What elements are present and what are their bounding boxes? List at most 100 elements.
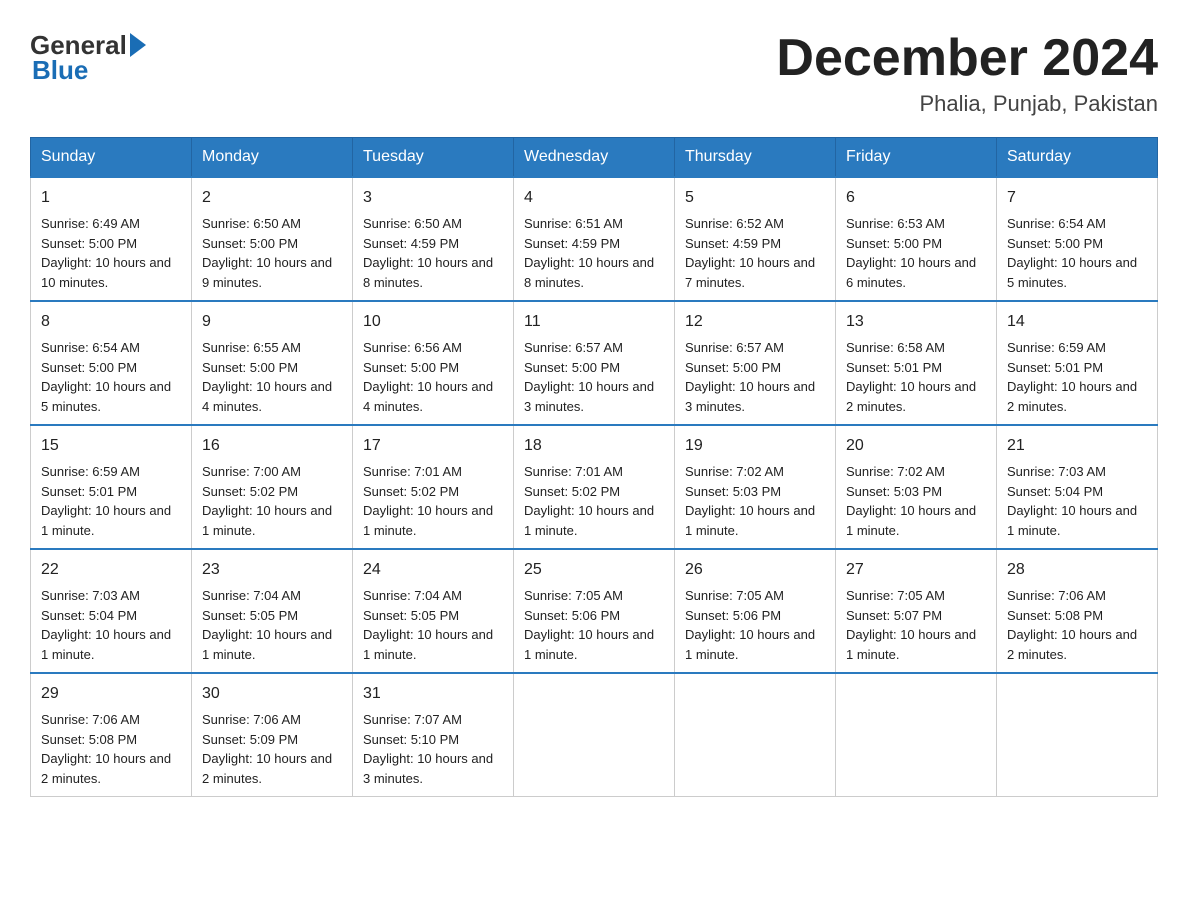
daylight-text: Daylight: 10 hours and 1 minute. bbox=[1007, 503, 1137, 538]
day-number: 13 bbox=[846, 310, 986, 334]
sunrise-text: Sunrise: 7:05 AM bbox=[524, 588, 623, 603]
day-number: 14 bbox=[1007, 310, 1147, 334]
daylight-text: Daylight: 10 hours and 7 minutes. bbox=[685, 255, 815, 290]
day-number: 11 bbox=[524, 310, 664, 334]
daylight-text: Daylight: 10 hours and 1 minute. bbox=[202, 503, 332, 538]
daylight-text: Daylight: 10 hours and 5 minutes. bbox=[1007, 255, 1137, 290]
sunrise-text: Sunrise: 6:59 AM bbox=[1007, 340, 1106, 355]
sunrise-text: Sunrise: 6:50 AM bbox=[202, 216, 301, 231]
sunset-text: Sunset: 5:05 PM bbox=[363, 608, 459, 623]
calendar-cell: 6 Sunrise: 6:53 AM Sunset: 5:00 PM Dayli… bbox=[836, 177, 997, 301]
day-number: 19 bbox=[685, 434, 825, 458]
sunrise-text: Sunrise: 7:02 AM bbox=[846, 464, 945, 479]
calendar-cell: 7 Sunrise: 6:54 AM Sunset: 5:00 PM Dayli… bbox=[997, 177, 1158, 301]
daylight-text: Daylight: 10 hours and 2 minutes. bbox=[1007, 379, 1137, 414]
calendar-week-row: 29 Sunrise: 7:06 AM Sunset: 5:08 PM Dayl… bbox=[31, 673, 1158, 797]
day-number: 24 bbox=[363, 558, 503, 582]
calendar-week-row: 22 Sunrise: 7:03 AM Sunset: 5:04 PM Dayl… bbox=[31, 549, 1158, 673]
daylight-text: Daylight: 10 hours and 4 minutes. bbox=[202, 379, 332, 414]
daylight-text: Daylight: 10 hours and 1 minute. bbox=[685, 503, 815, 538]
sunset-text: Sunset: 5:08 PM bbox=[1007, 608, 1103, 623]
sunset-text: Sunset: 5:06 PM bbox=[524, 608, 620, 623]
daylight-text: Daylight: 10 hours and 4 minutes. bbox=[363, 379, 493, 414]
sunrise-text: Sunrise: 6:59 AM bbox=[41, 464, 140, 479]
calendar-cell: 4 Sunrise: 6:51 AM Sunset: 4:59 PM Dayli… bbox=[514, 177, 675, 301]
sunrise-text: Sunrise: 7:05 AM bbox=[846, 588, 945, 603]
daylight-text: Daylight: 10 hours and 1 minute. bbox=[363, 627, 493, 662]
day-number: 26 bbox=[685, 558, 825, 582]
calendar-cell: 8 Sunrise: 6:54 AM Sunset: 5:00 PM Dayli… bbox=[31, 301, 192, 425]
page-header: General Blue December 2024 Phalia, Punja… bbox=[30, 30, 1158, 117]
daylight-text: Daylight: 10 hours and 3 minutes. bbox=[524, 379, 654, 414]
sunrise-text: Sunrise: 6:52 AM bbox=[685, 216, 784, 231]
sunset-text: Sunset: 5:08 PM bbox=[41, 732, 137, 747]
sunrise-text: Sunrise: 7:03 AM bbox=[41, 588, 140, 603]
calendar-cell: 16 Sunrise: 7:00 AM Sunset: 5:02 PM Dayl… bbox=[192, 425, 353, 549]
sunrise-text: Sunrise: 7:07 AM bbox=[363, 712, 462, 727]
day-number: 9 bbox=[202, 310, 342, 334]
daylight-text: Daylight: 10 hours and 8 minutes. bbox=[524, 255, 654, 290]
daylight-text: Daylight: 10 hours and 1 minute. bbox=[685, 627, 815, 662]
day-number: 17 bbox=[363, 434, 503, 458]
calendar-cell: 22 Sunrise: 7:03 AM Sunset: 5:04 PM Dayl… bbox=[31, 549, 192, 673]
sunset-text: Sunset: 5:03 PM bbox=[846, 484, 942, 499]
calendar-cell: 29 Sunrise: 7:06 AM Sunset: 5:08 PM Dayl… bbox=[31, 673, 192, 797]
daylight-text: Daylight: 10 hours and 1 minute. bbox=[41, 503, 171, 538]
day-number: 12 bbox=[685, 310, 825, 334]
calendar-cell: 25 Sunrise: 7:05 AM Sunset: 5:06 PM Dayl… bbox=[514, 549, 675, 673]
sunset-text: Sunset: 4:59 PM bbox=[685, 236, 781, 251]
header-friday: Friday bbox=[836, 138, 997, 178]
day-number: 2 bbox=[202, 186, 342, 210]
calendar-cell: 18 Sunrise: 7:01 AM Sunset: 5:02 PM Dayl… bbox=[514, 425, 675, 549]
sunrise-text: Sunrise: 7:01 AM bbox=[524, 464, 623, 479]
daylight-text: Daylight: 10 hours and 3 minutes. bbox=[685, 379, 815, 414]
sunrise-text: Sunrise: 7:06 AM bbox=[1007, 588, 1106, 603]
day-number: 21 bbox=[1007, 434, 1147, 458]
logo: General Blue bbox=[30, 30, 146, 86]
sunrise-text: Sunrise: 6:57 AM bbox=[685, 340, 784, 355]
daylight-text: Daylight: 10 hours and 1 minute. bbox=[524, 503, 654, 538]
sunrise-text: Sunrise: 7:04 AM bbox=[202, 588, 301, 603]
calendar-header-row: Sunday Monday Tuesday Wednesday Thursday… bbox=[31, 138, 1158, 178]
calendar-cell: 2 Sunrise: 6:50 AM Sunset: 5:00 PM Dayli… bbox=[192, 177, 353, 301]
sunset-text: Sunset: 5:07 PM bbox=[846, 608, 942, 623]
day-number: 22 bbox=[41, 558, 181, 582]
daylight-text: Daylight: 10 hours and 5 minutes. bbox=[41, 379, 171, 414]
sunrise-text: Sunrise: 7:00 AM bbox=[202, 464, 301, 479]
sunset-text: Sunset: 4:59 PM bbox=[363, 236, 459, 251]
header-sunday: Sunday bbox=[31, 138, 192, 178]
calendar-cell: 30 Sunrise: 7:06 AM Sunset: 5:09 PM Dayl… bbox=[192, 673, 353, 797]
header-wednesday: Wednesday bbox=[514, 138, 675, 178]
sunset-text: Sunset: 5:01 PM bbox=[846, 360, 942, 375]
day-number: 6 bbox=[846, 186, 986, 210]
day-number: 10 bbox=[363, 310, 503, 334]
sunrise-text: Sunrise: 6:57 AM bbox=[524, 340, 623, 355]
sunset-text: Sunset: 5:03 PM bbox=[685, 484, 781, 499]
calendar-cell: 26 Sunrise: 7:05 AM Sunset: 5:06 PM Dayl… bbox=[675, 549, 836, 673]
sunset-text: Sunset: 4:59 PM bbox=[524, 236, 620, 251]
day-number: 27 bbox=[846, 558, 986, 582]
calendar-cell: 13 Sunrise: 6:58 AM Sunset: 5:01 PM Dayl… bbox=[836, 301, 997, 425]
sunrise-text: Sunrise: 7:01 AM bbox=[363, 464, 462, 479]
logo-blue-text: Blue bbox=[32, 55, 88, 86]
day-number: 20 bbox=[846, 434, 986, 458]
calendar-cell: 9 Sunrise: 6:55 AM Sunset: 5:00 PM Dayli… bbox=[192, 301, 353, 425]
month-title: December 2024 bbox=[776, 30, 1158, 87]
sunrise-text: Sunrise: 6:53 AM bbox=[846, 216, 945, 231]
calendar-cell: 21 Sunrise: 7:03 AM Sunset: 5:04 PM Dayl… bbox=[997, 425, 1158, 549]
location: Phalia, Punjab, Pakistan bbox=[776, 91, 1158, 117]
sunset-text: Sunset: 5:00 PM bbox=[202, 360, 298, 375]
sunrise-text: Sunrise: 6:54 AM bbox=[41, 340, 140, 355]
sunset-text: Sunset: 5:00 PM bbox=[41, 236, 137, 251]
sunset-text: Sunset: 5:00 PM bbox=[524, 360, 620, 375]
day-number: 4 bbox=[524, 186, 664, 210]
calendar-cell bbox=[836, 673, 997, 797]
sunset-text: Sunset: 5:00 PM bbox=[685, 360, 781, 375]
calendar-cell: 11 Sunrise: 6:57 AM Sunset: 5:00 PM Dayl… bbox=[514, 301, 675, 425]
sunrise-text: Sunrise: 6:55 AM bbox=[202, 340, 301, 355]
sunset-text: Sunset: 5:00 PM bbox=[846, 236, 942, 251]
sunset-text: Sunset: 5:00 PM bbox=[41, 360, 137, 375]
calendar-cell: 31 Sunrise: 7:07 AM Sunset: 5:10 PM Dayl… bbox=[353, 673, 514, 797]
sunrise-text: Sunrise: 7:06 AM bbox=[41, 712, 140, 727]
calendar-cell: 5 Sunrise: 6:52 AM Sunset: 4:59 PM Dayli… bbox=[675, 177, 836, 301]
